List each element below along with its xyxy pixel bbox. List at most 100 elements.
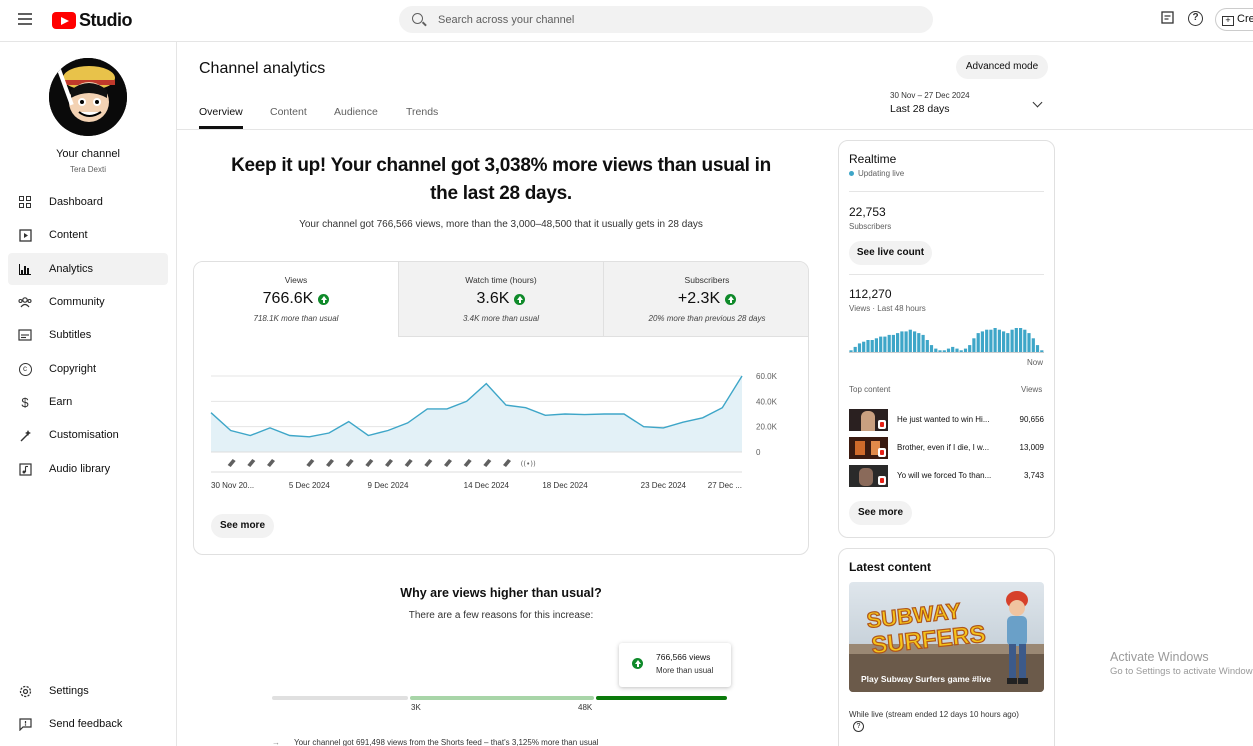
- sidebar-item-content[interactable]: Content: [8, 219, 168, 251]
- tab-overview[interactable]: Overview: [199, 106, 243, 129]
- tooltip-value: 766,566 views: [656, 652, 711, 662]
- reason-text: Your channel got 691,498 views from the …: [294, 738, 599, 746]
- realtime-bar: [1010, 329, 1014, 352]
- metric-watch-time-tab[interactable]: Watch time (hours) 3.6K 3.4K more than u…: [399, 262, 604, 337]
- search-input[interactable]: [438, 6, 918, 33]
- see-live-count-button[interactable]: See live count: [849, 241, 932, 265]
- gear-icon: [18, 684, 32, 698]
- realtime-bar: [993, 328, 997, 352]
- range-usual: [410, 696, 594, 700]
- create-label: Create: [1237, 13, 1253, 25]
- tab-trends[interactable]: Trends: [406, 106, 438, 118]
- top-content-row[interactable]: Yo will we forced To than... 3,743: [849, 465, 1044, 487]
- top-content-row[interactable]: Brother, even if I die, I w... 13,009: [849, 437, 1044, 459]
- metric-label: Views: [284, 275, 308, 285]
- live-dot-icon: [849, 171, 854, 176]
- create-icon: +: [1222, 16, 1234, 26]
- realtime-bar: [900, 331, 904, 352]
- shorts-marker-icon: [267, 459, 275, 467]
- realtime-bar: [874, 338, 878, 352]
- studio-logo[interactable]: Studio: [52, 10, 133, 31]
- subscribers-label: Subscribers: [849, 222, 892, 231]
- sidebar-item-dashboard[interactable]: Dashboard: [8, 186, 168, 218]
- search-icon[interactable]: [412, 13, 423, 24]
- shorts-marker-icon: [424, 459, 433, 467]
- menu-icon[interactable]: [18, 13, 32, 25]
- chevron-down-icon[interactable]: [1032, 97, 1043, 108]
- see-more-button[interactable]: See more: [211, 514, 274, 538]
- sidebar-item-label: Send feedback: [49, 718, 123, 730]
- arrow-up-icon: [318, 293, 330, 305]
- realtime-bar: [917, 333, 921, 352]
- page-title: Channel analytics: [199, 60, 326, 77]
- metric-compare: 20% more than previous 28 days: [648, 314, 766, 323]
- sidebar-item-send-feedback[interactable]: Send feedback: [8, 708, 168, 740]
- audio-library-icon: [18, 462, 32, 476]
- help-circle-icon[interactable]: ?: [853, 721, 864, 732]
- community-icon: [18, 295, 32, 309]
- realtime-bar: [1023, 329, 1027, 352]
- views-header: Views: [1021, 385, 1043, 394]
- live-status: Updating live: [849, 169, 904, 178]
- realtime-bar: [946, 348, 951, 352]
- metric-compare: 3.4K more than usual: [462, 314, 540, 323]
- x-tick-label: 30 Nov 20...: [211, 481, 254, 490]
- shorts-marker-icon: [503, 459, 511, 467]
- content-icon: [18, 228, 32, 242]
- sidebar-item-settings[interactable]: Settings: [8, 675, 168, 707]
- brand-label: Studio: [79, 10, 133, 30]
- views-area: [211, 376, 742, 452]
- sidebar-item-analytics[interactable]: Analytics: [8, 253, 168, 285]
- video-thumbnail: [849, 437, 888, 459]
- tab-content[interactable]: Content: [270, 106, 307, 118]
- realtime-bar: [934, 348, 938, 352]
- earn-icon: $: [21, 394, 29, 410]
- views-chart: 0 20.0K 40.0K 60.0K ((•)) 30 Nov 20... 5 Dec 2…: [194, 338, 808, 554]
- analytics-icon: [18, 262, 32, 276]
- top-bar: Studio ? +Create: [0, 0, 1253, 42]
- sidebar-item-earn[interactable]: $ Earn: [8, 386, 168, 418]
- create-button[interactable]: +Create: [1215, 8, 1253, 31]
- sidebar-item-community[interactable]: Community: [8, 286, 168, 318]
- metrics-card: Views 766.6K 718.1K more than usual Watc…: [193, 261, 809, 555]
- search-bar[interactable]: [399, 6, 933, 33]
- copyright-icon: c: [18, 362, 32, 376]
- video-views: 90,656: [1019, 415, 1044, 424]
- latest-content-card: Latest content SUBWAY SURFERS Play Subwa…: [838, 548, 1055, 746]
- range-current: [596, 696, 727, 700]
- captions-icon[interactable]: [1160, 11, 1175, 26]
- realtime-bar: [976, 333, 980, 352]
- arrow-up-icon: [725, 293, 737, 305]
- video-title: Brother, even if I die, I w...: [897, 443, 990, 452]
- tab-audience[interactable]: Audience: [334, 106, 378, 118]
- realtime-bar: [1027, 333, 1031, 352]
- video-views: 13,009: [1019, 443, 1044, 452]
- date-period: Last 28 days: [890, 103, 950, 115]
- arrow-up-icon: [514, 293, 526, 305]
- reason-item[interactable]: → Your channel got 691,498 views from the…: [272, 738, 599, 746]
- metric-value: 3.6K: [476, 290, 510, 307]
- realtime-bar: [997, 329, 1001, 352]
- metric-compare: 718.1K more than usual: [253, 314, 339, 323]
- see-more-top-content-button[interactable]: See more: [849, 501, 912, 525]
- latest-video-meta: While live (stream ended 12 days 10 hour…: [849, 710, 1019, 719]
- advanced-mode-button[interactable]: Advanced mode: [956, 55, 1048, 79]
- feedback-icon: [18, 717, 32, 731]
- top-content-row[interactable]: He just wanted to win Hi... 90,656: [849, 409, 1044, 431]
- video-views: 3,743: [1023, 471, 1044, 480]
- sidebar-item-customisation[interactable]: Customisation: [8, 419, 168, 451]
- views-48h-label: Views · Last 48 hours: [849, 304, 926, 313]
- sidebar-item-label: Settings: [49, 685, 89, 697]
- tooltip-note: More than usual: [656, 666, 714, 675]
- metric-subscribers-tab[interactable]: Subscribers +2.3K 20% more than previous…: [604, 262, 808, 337]
- realtime-bar: [1035, 345, 1040, 352]
- sidebar-item-audio-library[interactable]: Audio library: [8, 453, 168, 485]
- date-range-picker[interactable]: 30 Nov – 27 Dec 2024 Last 28 days: [890, 91, 970, 115]
- channel-avatar[interactable]: [49, 58, 127, 136]
- shorts-marker-icon: [227, 459, 236, 467]
- latest-video-thumbnail[interactable]: SUBWAY SURFERS Play Subway Surfers game …: [849, 582, 1044, 692]
- metric-views-tab[interactable]: Views 766.6K 718.1K more than usual: [194, 262, 399, 337]
- sidebar-item-copyright[interactable]: c Copyright: [8, 353, 168, 385]
- help-icon[interactable]: ?: [1188, 11, 1203, 26]
- sidebar-item-subtitles[interactable]: Subtitles: [8, 319, 168, 351]
